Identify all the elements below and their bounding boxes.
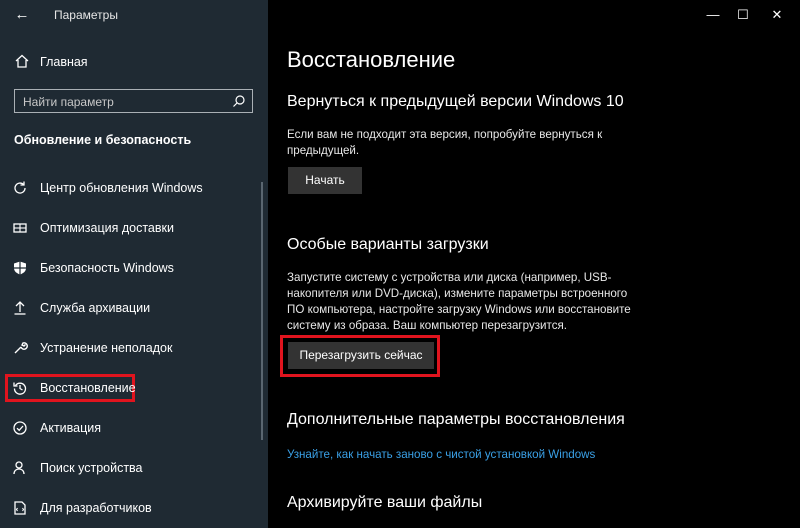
app-title: Параметры	[54, 8, 118, 22]
sidebar-item-label: Для разработчиков	[40, 501, 152, 515]
rollback-text: Если вам не подходит эта версия, попробу…	[287, 128, 603, 157]
upload-icon	[14, 301, 26, 315]
sidebar-item-developers[interactable]: Для разработчиков	[0, 491, 260, 525]
sidebar-item-label: Восстановление	[40, 381, 136, 395]
sidebar-item-windows-security[interactable]: Безопасность Windows	[0, 251, 260, 285]
sidebar-scrollbar[interactable]	[261, 182, 263, 440]
shield-icon	[14, 261, 26, 275]
wrench-icon	[14, 342, 28, 354]
sidebar-item-windows-update[interactable]: Центр обновления Windows	[0, 171, 260, 205]
person-search-icon	[13, 461, 25, 475]
home-label: Главная	[40, 55, 88, 69]
sidebar-item-label: Безопасность Windows	[40, 261, 174, 275]
search-input[interactable]	[21, 92, 225, 112]
main-content: Восстановление Вернуться к предыдущей ве…	[268, 0, 800, 528]
home-nav-item[interactable]: Главная	[0, 50, 268, 74]
advanced-heading: Дополнительные параметры восстановления	[287, 411, 625, 428]
sidebar-item-label: Активация	[40, 421, 102, 435]
developer-icon	[14, 501, 26, 515]
archive-heading: Архивируйте ваши файлы	[287, 494, 483, 511]
sidebar-item-troubleshoot[interactable]: Устранение неполадок	[0, 331, 260, 365]
special-boot-text: Запустите систему с устройства или диска…	[287, 271, 631, 332]
sidebar-item-label: Поиск устройства	[40, 461, 143, 475]
home-icon	[15, 54, 29, 68]
sidebar-item-backup[interactable]: Служба архивации	[0, 291, 260, 325]
back-arrow-icon[interactable]: ←	[12, 6, 32, 24]
delivery-icon	[13, 223, 27, 233]
clean-install-link[interactable]: Узнайте, как начать заново с чистой уста…	[287, 448, 595, 461]
sidebar-item-label: Устранение неполадок	[40, 341, 173, 355]
sidebar-item-label: Оптимизация доставки	[40, 221, 174, 235]
refresh-icon	[14, 181, 26, 194]
history-icon	[13, 382, 27, 395]
check-circle-icon	[13, 421, 27, 435]
page-title: Восстановление	[287, 47, 456, 72]
sidebar-item-delivery-optimization[interactable]: Оптимизация доставки	[0, 211, 260, 245]
restart-now-button[interactable]: Перезагрузить сейчас	[288, 342, 434, 369]
special-boot-heading: Особые варианты загрузки	[287, 236, 489, 253]
sidebar-item-activation[interactable]: Активация	[0, 411, 260, 445]
sidebar-item-label: Центр обновления Windows	[40, 181, 203, 195]
search-box[interactable]	[14, 89, 253, 113]
sidebar-item-find-device[interactable]: Поиск устройства	[0, 451, 260, 485]
start-button[interactable]: Начать	[288, 167, 362, 194]
search-icon[interactable]	[232, 94, 246, 108]
sidebar-item-label: Служба архивации	[40, 301, 151, 315]
rollback-heading: Вернуться к предыдущей версии Windows 10	[287, 93, 624, 110]
section-title: Обновление и безопасность	[14, 133, 192, 147]
title-bar: ← Параметры	[0, 0, 268, 30]
sidebar-item-recovery[interactable]: Восстановление	[0, 371, 260, 405]
sidebar: ← Параметры Главная Обновление и безопас…	[0, 0, 268, 528]
